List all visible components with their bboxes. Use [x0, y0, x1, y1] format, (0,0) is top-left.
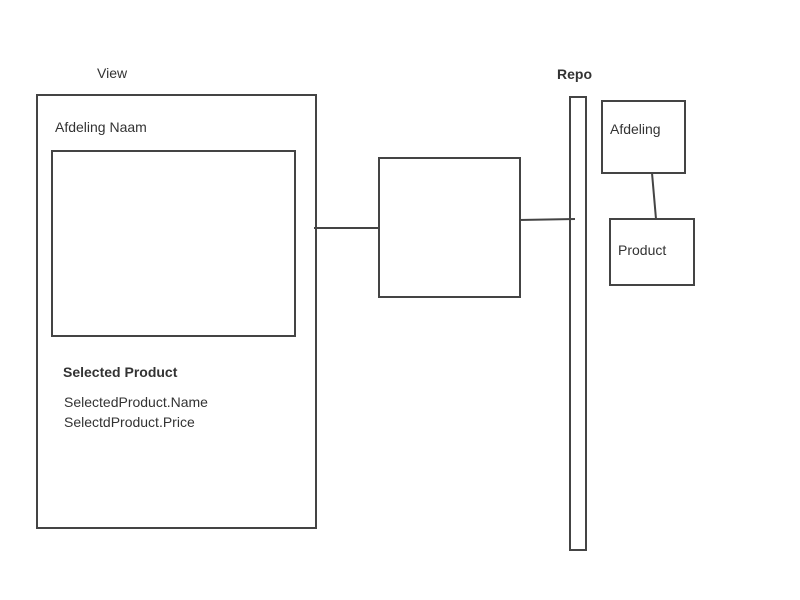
- selected-product-name: SelectedProduct.Name: [64, 394, 208, 410]
- product-list-area: [51, 150, 296, 337]
- repo-caption: Repo: [557, 66, 592, 82]
- middle-to-repo-connector: [518, 218, 576, 221]
- repo-bar: [569, 96, 587, 551]
- department-name-label: Afdeling Naam: [55, 119, 147, 135]
- afdeling-entity-label: Afdeling: [610, 121, 661, 137]
- product-entity-label: Product: [618, 242, 667, 258]
- middle-component-box: [378, 157, 521, 298]
- selected-product-price: SelectdProduct.Price: [64, 414, 195, 430]
- view-caption: View: [97, 65, 128, 81]
- afdeling-entity-box: [601, 100, 686, 174]
- diagram-canvas: View Afdeling Naam Selected Product Sele…: [0, 0, 800, 600]
- selected-product-heading: Selected Product: [63, 364, 178, 380]
- afdeling-to-product-connector: [651, 172, 657, 220]
